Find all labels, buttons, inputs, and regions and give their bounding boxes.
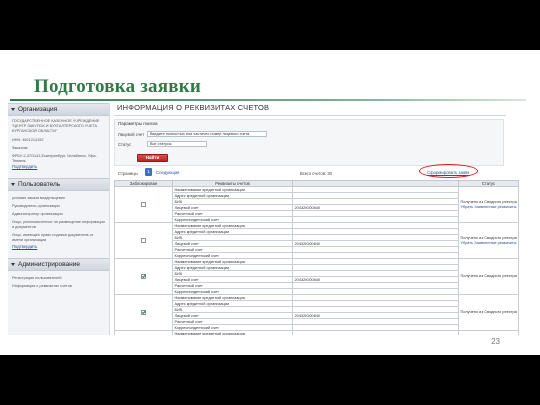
highlight-oval	[419, 164, 478, 178]
organization-confirm-link[interactable]: Подтвердить	[12, 164, 105, 170]
status-cell: Получено из Сводного реестра Убрать Заявл…	[458, 222, 519, 259]
accounts-count: Всего счетов: 30	[300, 171, 332, 176]
blocked-checkbox[interactable]	[141, 201, 146, 207]
search-params-panel: Параметры поиска Лицевой счет Введите по…	[114, 119, 504, 166]
sidebar-section-admin[interactable]: Администрирование	[8, 258, 109, 272]
pager-label: Страницы	[118, 171, 138, 176]
organization-name: ГОСУДАРСТВЕННОЕ КАЗЕННОЕ УЧРЕЖДЕНИЕ "ЦЕН…	[12, 119, 100, 134]
slide: Подготовка заявки Организация ГОСУДАРСТВ…	[0, 50, 540, 355]
user-role-item[interactable]: Руководитель организации	[12, 202, 105, 210]
admin-menu: Регистрация пользователей Информация о р…	[8, 271, 109, 294]
status-text: Получено из Сводного реестра	[460, 273, 517, 279]
page-title-divider	[114, 115, 506, 116]
blocked-cell	[114, 330, 173, 335]
account-label: Лицевой счет	[118, 132, 145, 137]
table-row: Наименование кредитной организации Получе…	[114, 330, 519, 335]
blocked-cell	[114, 222, 173, 259]
accounts-table: Заблокирован Реквизиты счетов Статус Наи…	[114, 180, 519, 335]
status-text: Получено из Сводного реестра	[460, 309, 517, 315]
user-role-item[interactable]: Администратор организации	[12, 210, 105, 218]
status-cell: Получено из Сводного реестра	[458, 330, 519, 335]
chevron-down-icon	[11, 108, 15, 111]
requisite-field-value	[292, 330, 459, 335]
sidebar: Организация ГОСУДАРСТВЕННОЕ КАЗЕННОЕ УЧР…	[8, 103, 110, 335]
find-button[interactable]: Найти	[137, 154, 168, 162]
requisite-field-label: Наименование кредитной организации	[172, 330, 293, 335]
user-role-item[interactable]: Лицо, имеющее право подписи документов о…	[12, 231, 105, 244]
account-input[interactable]: Введите полностью или частично номер лиц…	[147, 131, 267, 137]
pager-next-link[interactable]: Следующая	[156, 170, 179, 175]
title-divider	[10, 99, 526, 101]
blocked-checkbox[interactable]	[141, 273, 146, 279]
blocked-cell	[114, 186, 173, 223]
sidebar-heading-user: Пользователь	[18, 181, 61, 189]
sidebar-heading-admin: Администрирование	[18, 261, 80, 269]
blocked-cell	[114, 258, 173, 295]
status-cell: Получено из Сводного реестра	[458, 294, 519, 331]
pager-current-page[interactable]: 1	[145, 168, 152, 176]
status-cell: Получено из Сводного реестра Убрать Заявл…	[458, 186, 519, 223]
status-select[interactable]: Все статусы	[147, 141, 207, 147]
status-action-link[interactable]: Убрать Заявленные реквизиты	[461, 204, 517, 210]
status-label: Статус	[118, 142, 132, 147]
search-params-title: Параметры поиска	[118, 121, 158, 126]
sidebar-heading-organization: Организация	[18, 106, 58, 113]
sidebar-section-organization[interactable]: Организация	[8, 103, 109, 116]
status-cell: Получено из Сводного реестра	[458, 258, 519, 295]
sidebar-section-user[interactable]: Пользователь	[8, 178, 109, 192]
page-number: 23	[491, 337, 500, 346]
organization-info: ГОСУДАРСТВЕННОЕ КАЗЕННОЕ УЧРЕЖДЕНИЕ "ЦЕН…	[8, 116, 109, 174]
blocked-checkbox[interactable]	[141, 237, 146, 243]
slide-title: Подготовка заявки	[34, 76, 201, 97]
user-role-item[interactable]: условие заказа владельцевих	[12, 194, 105, 202]
chevron-down-icon	[11, 263, 15, 267]
blocked-checkbox[interactable]	[141, 309, 146, 315]
accounts-table-body: Наименование кредитной организации Получе…	[114, 186, 519, 335]
organization-address: ФРБУ-2-37О141,Екатеринбург, Челябинск, У…	[12, 154, 97, 164]
blocked-cell	[114, 294, 173, 331]
admin-menu-item[interactable]: Регистрация пользователей	[12, 274, 105, 282]
user-role-item[interactable]: Лицо, уполномоченное на размещение инфор…	[12, 218, 105, 231]
page-title: ИНФОРМАЦИЯ О РЕКВИЗИТАХ СЧЕТОВ	[117, 103, 270, 112]
status-action-link[interactable]: Убрать Заявленные реквизиты	[461, 240, 517, 246]
main-content: ИНФОРМАЦИЯ О РЕКВИЗИТАХ СЧЕТОВ Параметры…	[114, 103, 520, 335]
chevron-down-icon	[11, 183, 15, 187]
admin-menu-item[interactable]: Информация о реквизитах счетов	[12, 282, 105, 290]
user-info: условие заказа владельцевих Руководитель…	[8, 191, 109, 254]
user-confirm-link[interactable]: Подтвердить	[12, 244, 105, 250]
